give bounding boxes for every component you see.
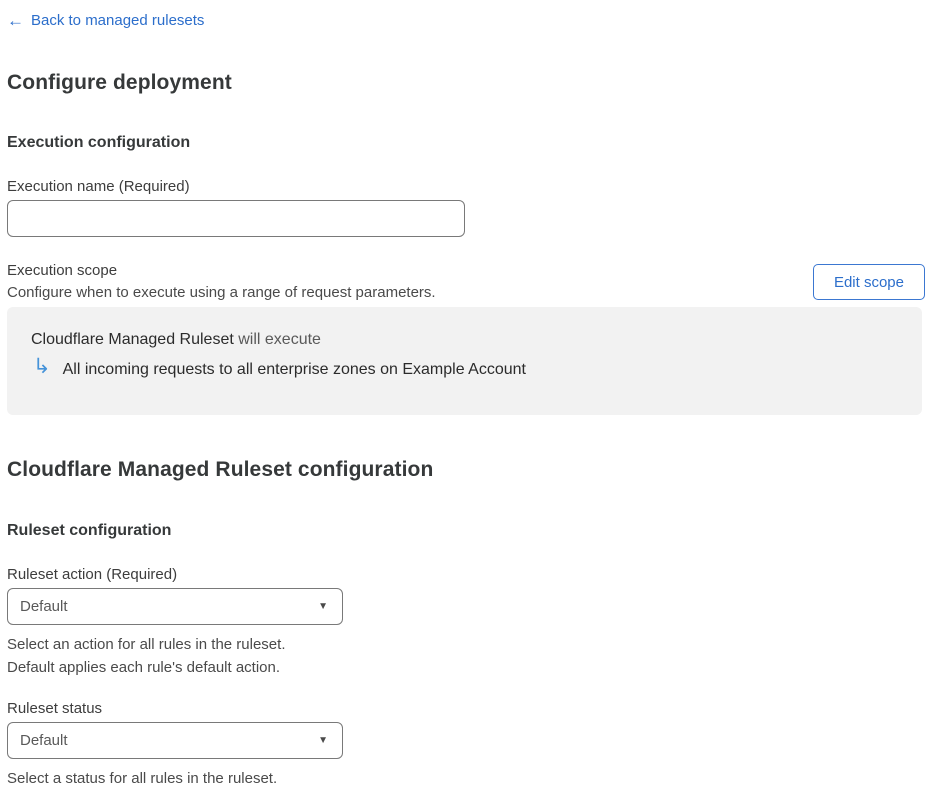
edit-scope-button[interactable]: Edit scope <box>812 264 925 300</box>
execution-scope-text: Execution scope Configure when to execut… <box>7 262 436 301</box>
ruleset-status-select[interactable]: Default ▼ <box>7 722 343 759</box>
ruleset-status-help-line: Select a status for all rules in the rul… <box>7 770 278 787</box>
chevron-down-icon: ▼ <box>318 601 328 612</box>
ruleset-action-help: Select an action for all rules in the ru… <box>7 633 919 679</box>
scope-summary-panel: Cloudflare Managed Ruleset will execute … <box>7 307 922 415</box>
ruleset-configuration-section-heading: Cloudflare Managed Ruleset configuration <box>7 458 434 481</box>
configure-deployment-page: ← Back to managed rulesets Configure dep… <box>0 0 925 790</box>
ruleset-action-help-line: Select an action for all rules in the ru… <box>7 636 286 653</box>
execution-scope-label: Execution scope <box>7 262 118 279</box>
back-arrow-icon: ← <box>7 11 24 30</box>
ruleset-action-select[interactable]: Default ▼ <box>7 588 343 625</box>
scope-summary-ruleset-name: Cloudflare Managed Ruleset <box>31 331 234 348</box>
ruleset-action-label: Ruleset action (Required) <box>7 566 178 583</box>
ruleset-status-selected-value: Default <box>20 732 68 749</box>
chevron-down-icon: ▼ <box>318 735 328 746</box>
scope-summary-title: Cloudflare Managed Ruleset will execute <box>31 331 898 349</box>
ruleset-action-help-line: Default applies each rule's default acti… <box>7 659 281 676</box>
page-title: Configure deployment <box>7 71 232 94</box>
scope-summary-detail: ↳ All incoming requests to all enterpris… <box>33 355 898 380</box>
ruleset-action-selected-value: Default <box>20 598 68 615</box>
execution-name-input[interactable] <box>7 200 465 237</box>
back-link-label: Back to managed rulesets <box>31 12 205 29</box>
execution-scope-description: Configure when to execute using a range … <box>7 284 436 301</box>
ruleset-status-help: Select a status for all rules in the rul… <box>7 767 919 790</box>
execution-configuration-heading: Execution configuration <box>7 134 191 151</box>
scope-summary-text: All incoming requests to all enterprise … <box>62 360 526 378</box>
scope-summary-will-execute: will execute <box>233 331 321 348</box>
back-to-managed-rulesets-link[interactable]: ← Back to managed rulesets <box>7 12 204 29</box>
execution-scope-row: Execution scope Configure when to execut… <box>7 262 925 301</box>
turn-right-arrow-icon: ↳ <box>33 355 51 378</box>
ruleset-configuration-subheading: Ruleset configuration <box>7 522 172 539</box>
execution-name-label: Execution name (Required) <box>7 178 190 195</box>
ruleset-status-label: Ruleset status <box>7 700 103 717</box>
